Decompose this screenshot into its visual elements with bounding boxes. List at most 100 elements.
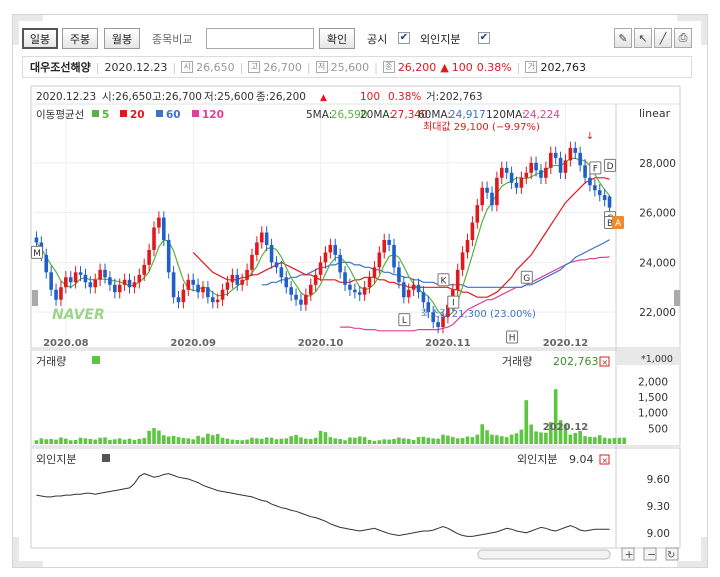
volume-bar (504, 437, 509, 444)
ohlc-up-arrow-icon: ▲ (320, 93, 327, 103)
candle-body (206, 287, 210, 298)
foreign-title: 외인지분 (36, 453, 76, 466)
volume-bar (544, 432, 548, 444)
candle-body (544, 167, 548, 178)
volume-bar (235, 439, 240, 444)
event-marker-label: H (509, 334, 516, 344)
volume-bar (304, 438, 308, 444)
volume-bar (34, 440, 39, 444)
foreign-line (36, 473, 610, 537)
candle-body (162, 217, 166, 240)
candle-body (225, 282, 230, 290)
volume-bar (367, 439, 372, 444)
ma-legend-swatch (156, 110, 163, 117)
volume-bar (142, 438, 147, 444)
volume-bar (607, 438, 612, 444)
price-y-tick: 26,000 (639, 208, 676, 220)
candle-body (299, 299, 303, 305)
volume-bar (357, 436, 362, 444)
volume-bar (93, 439, 98, 444)
ma5-line (35, 157, 611, 318)
candle-body (269, 244, 274, 263)
candle-body (519, 177, 524, 188)
candle-body (235, 274, 240, 285)
candle-body (220, 289, 225, 300)
candle-body (539, 170, 543, 178)
candle-body (485, 187, 489, 193)
volume-bar (137, 438, 142, 444)
candle-body (108, 277, 112, 285)
candle-body (93, 279, 98, 288)
candle-body (470, 222, 475, 240)
candle-body (83, 274, 88, 283)
volume-bar (186, 438, 191, 444)
volume-y-tick: 1,000 (638, 408, 668, 420)
candle-body (176, 297, 181, 303)
candle-body (387, 239, 391, 245)
volume-bar (206, 433, 210, 444)
volume-bar (353, 437, 357, 444)
volume-bar (59, 437, 63, 444)
horizontal-scrollbar[interactable] (477, 549, 611, 560)
volume-bar (225, 438, 230, 444)
candle-body (250, 254, 254, 270)
candle-body (392, 244, 396, 268)
volume-bar (529, 424, 533, 444)
candle-body (201, 287, 205, 293)
volume-bar (573, 433, 578, 444)
candle-body (264, 232, 269, 245)
zoom-out-glyph: − (647, 548, 656, 561)
candle-body (416, 284, 421, 293)
volume-bar (495, 435, 499, 444)
volume-bar (455, 438, 460, 444)
volume-bar (485, 430, 489, 444)
volume-bar (147, 430, 151, 444)
candle-body (357, 292, 362, 295)
candle-body (509, 172, 514, 183)
ma-value-label: 60MA: (418, 109, 451, 121)
scroll-right-handle[interactable] (674, 290, 680, 306)
volume-bar (171, 435, 176, 444)
ma-legend-label: 20 (130, 109, 145, 121)
volume-bar (397, 437, 401, 444)
candle-body (279, 267, 284, 278)
candle-body (348, 284, 352, 290)
volume-bar (49, 438, 53, 444)
volume-bar (230, 439, 235, 444)
candle-body (534, 162, 538, 171)
ohlc-pct: 0.38% (388, 91, 421, 103)
candle-body (338, 254, 342, 273)
scale-label[interactable]: linear (639, 107, 671, 120)
price-panel-border (30, 85, 681, 349)
volume-bar (255, 438, 259, 444)
volume-bar (593, 437, 597, 444)
volume-value: 202,763 (553, 355, 599, 368)
candle-body (553, 152, 558, 158)
candle-body (44, 254, 49, 273)
volume-bar (132, 439, 137, 444)
price-x-tick: 2020.09 (170, 338, 216, 349)
volume-bar (362, 437, 367, 444)
volume-bar (318, 430, 323, 444)
candle-body (255, 242, 259, 255)
volume-bar (162, 435, 166, 444)
volume-bar (220, 437, 225, 444)
scroll-left-handle[interactable] (32, 290, 38, 306)
foreign-value: 9.04 (569, 453, 594, 466)
volume-bar (534, 431, 538, 444)
max-arrow-icon: ↓ (586, 131, 594, 142)
candle-body (54, 289, 58, 300)
candle-body (465, 239, 470, 253)
ohlc-change: 100 (360, 91, 380, 103)
volume-bar (64, 438, 68, 444)
candle-body (181, 289, 186, 303)
candle-body (524, 172, 529, 178)
candle-body (382, 239, 387, 253)
volume-bar (612, 438, 617, 444)
candle-body (548, 152, 553, 168)
candle-body (308, 284, 313, 295)
candle-body (196, 284, 200, 293)
candle-body (210, 297, 215, 303)
candle-body (573, 147, 578, 153)
ma-value-label: 5MA: (306, 109, 332, 121)
